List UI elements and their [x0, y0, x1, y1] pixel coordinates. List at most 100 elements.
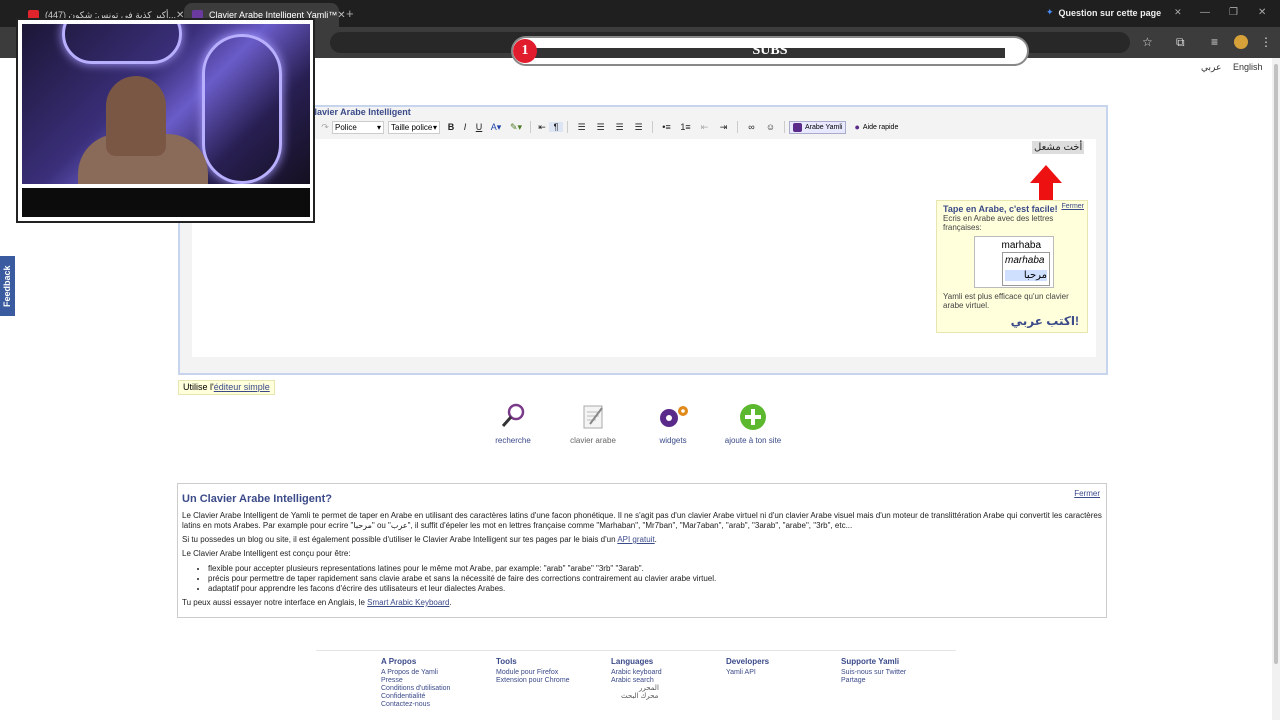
simple-editor-link[interactable]: éditeur simple [214, 382, 270, 392]
tip-efficiency: Yamli est plus efficace qu'un clavier ar… [943, 292, 1069, 310]
question-label: Question sur cette page [1058, 7, 1162, 18]
ltr-icon[interactable]: ⇤ [535, 122, 549, 133]
scrollbar[interactable] [1272, 58, 1280, 720]
quick-help-button[interactable]: ● Aide rapide [854, 122, 898, 132]
webcam-video [22, 24, 310, 184]
numbered-list-icon[interactable]: 1≡ [676, 122, 695, 132]
redo-icon[interactable]: ↷ [318, 122, 332, 133]
info-close-link[interactable]: Fermer [1074, 489, 1100, 498]
media-icon[interactable]: ≡ [1211, 35, 1218, 49]
tip-demo: marhaba marhaba مرحبا [974, 236, 1054, 288]
feature-search[interactable]: recherche [473, 402, 553, 445]
feature-widgets[interactable]: widgets [633, 402, 713, 445]
bookmark-star-icon[interactable]: ☆ [1142, 35, 1153, 49]
tip-description: Ecris en Arabe avec des lettres français… [943, 214, 1054, 232]
outdent-icon[interactable]: ⇤ [695, 122, 714, 133]
chevron-down-icon: ▾ [432, 122, 437, 132]
yamli-icon [793, 122, 802, 132]
footer-column-tools: Tools Module pour Firefox Extension pour… [496, 658, 570, 685]
feature-add-site[interactable]: ajoute à ton site [713, 402, 793, 445]
smiley-icon[interactable]: ☺ [761, 122, 780, 132]
text-color-icon[interactable]: A▾ [486, 122, 506, 133]
subs-label: SUBS [752, 43, 788, 58]
bullet-list-icon[interactable]: •≡ [657, 122, 676, 132]
footer-column-about: A Propos A Propos de Yamli Presse Condit… [381, 658, 450, 709]
chevron-down-icon: ▾ [376, 122, 381, 132]
footer-link[interactable]: Conditions d'utilisation [381, 685, 450, 693]
simple-editor-note: Utilise l'éditeur simple [178, 380, 275, 395]
feature-label: ajoute à ton site [724, 436, 782, 445]
subs-goal-bar: 1 SUBS 30 [511, 36, 1029, 66]
api-link[interactable]: API gratuit [617, 535, 654, 544]
toolbar-divider [567, 121, 568, 133]
highlight-icon[interactable]: ✎▾ [506, 122, 526, 133]
font-select[interactable]: Police ▾ [332, 120, 384, 134]
align-center-icon[interactable]: ☰ [591, 122, 610, 133]
lang-english-link[interactable]: English [1233, 62, 1263, 72]
rtl-icon[interactable]: ¶ [549, 122, 563, 132]
footer-link[interactable]: A Propos de Yamli [381, 669, 450, 677]
editor-toolbar: ↷ Police ▾ Taille police ▾ B I U A▾ ✎▾ ⇤ ¶… [190, 119, 1096, 135]
feature-keyboard[interactable]: clavier arabe [553, 402, 633, 445]
footer-link[interactable]: Arabic keyboard [611, 669, 662, 677]
webcam-overlay [16, 18, 315, 223]
demo-input: marhaba [1001, 240, 1041, 251]
close-tab-icon[interactable]: ✕ [337, 10, 345, 21]
profile-avatar[interactable] [1234, 35, 1248, 49]
indent-icon[interactable]: ⇥ [714, 122, 733, 133]
feedback-tab[interactable]: Feedback [0, 256, 15, 316]
maximize-icon[interactable]: ❐ [1229, 7, 1238, 18]
arabe-yamli-button[interactable]: Arabe Yamli [789, 120, 847, 134]
footer-link[interactable]: Extension pour Chrome [496, 677, 570, 685]
footer-link[interactable]: Presse [381, 677, 450, 685]
feature-label: clavier arabe [570, 436, 616, 445]
new-tab-button[interactable]: + [346, 6, 354, 21]
minimize-icon[interactable]: — [1200, 7, 1210, 18]
footer-link[interactable]: Yamli API [726, 669, 769, 677]
scrollbar-thumb[interactable] [1274, 64, 1278, 664]
footer-link[interactable]: Contactez-nous [381, 701, 450, 709]
list-item: précis pour permettre de taper rapidemen… [208, 574, 716, 584]
footer-link[interactable]: Partage [841, 677, 906, 685]
footer-column-developers: Developers Yamli API [726, 658, 769, 677]
info-bullets: flexible pour accepter plusieurs represe… [208, 564, 716, 594]
editor-title: Clavier Arabe Intelligent [308, 107, 411, 117]
footer-link[interactable]: المحرر [611, 685, 662, 693]
footer-link[interactable]: Module pour Firefox [496, 669, 570, 677]
magnifier-icon [501, 403, 525, 427]
lang-arabic-link[interactable]: عربي [1201, 62, 1221, 73]
neon-light [62, 24, 182, 64]
bold-icon[interactable]: B [444, 122, 458, 132]
footer-heading: Supporte Yamli [841, 657, 900, 666]
tip-close-link[interactable]: Fermer [1061, 203, 1084, 210]
toolbar-divider [784, 121, 785, 133]
list-item: flexible pour accepter plusieurs represe… [208, 564, 716, 574]
question-page-button[interactable]: ✦ Question sur cette page ✕ [1046, 7, 1182, 18]
underline-icon[interactable]: U [472, 122, 486, 132]
footer-divider [316, 650, 956, 651]
smart-keyboard-link[interactable]: Smart Arabic Keyboard [367, 598, 449, 607]
italic-icon[interactable]: I [458, 122, 472, 132]
align-left-icon[interactable]: ☰ [572, 122, 591, 133]
window-close-icon[interactable]: ✕ [1258, 7, 1266, 18]
size-select[interactable]: Taille police ▾ [388, 120, 440, 134]
info-paragraph: Si tu possedes un blog ou site, il est é… [182, 535, 657, 544]
menu-icon[interactable]: ⋮ [1260, 35, 1272, 49]
extensions-icon[interactable]: ⧉ [1176, 35, 1185, 50]
demo-option-latin: marhaba [1005, 255, 1045, 266]
footer-link[interactable]: Suis-nous sur Twitter [841, 669, 906, 677]
align-right-icon[interactable]: ☰ [610, 122, 629, 133]
webcam-frame-bottom [22, 188, 310, 217]
link-icon[interactable]: ∞ [742, 122, 761, 132]
notepad-icon [583, 405, 603, 429]
footer-link[interactable]: Confidentialité [381, 693, 450, 701]
toolbar-divider [530, 121, 531, 133]
toolbar-divider [737, 121, 738, 133]
footer-column-support: Supporte Yamli Suis-nous sur Twitter Par… [841, 658, 906, 685]
footer-heading: A Propos [381, 657, 417, 666]
footer-link[interactable]: محرك البحث [611, 693, 662, 701]
close-icon[interactable]: ✕ [1174, 7, 1182, 18]
footer-link[interactable]: Arabic search [611, 677, 662, 685]
gears-icon [660, 406, 688, 427]
align-justify-icon[interactable]: ☰ [629, 122, 648, 133]
